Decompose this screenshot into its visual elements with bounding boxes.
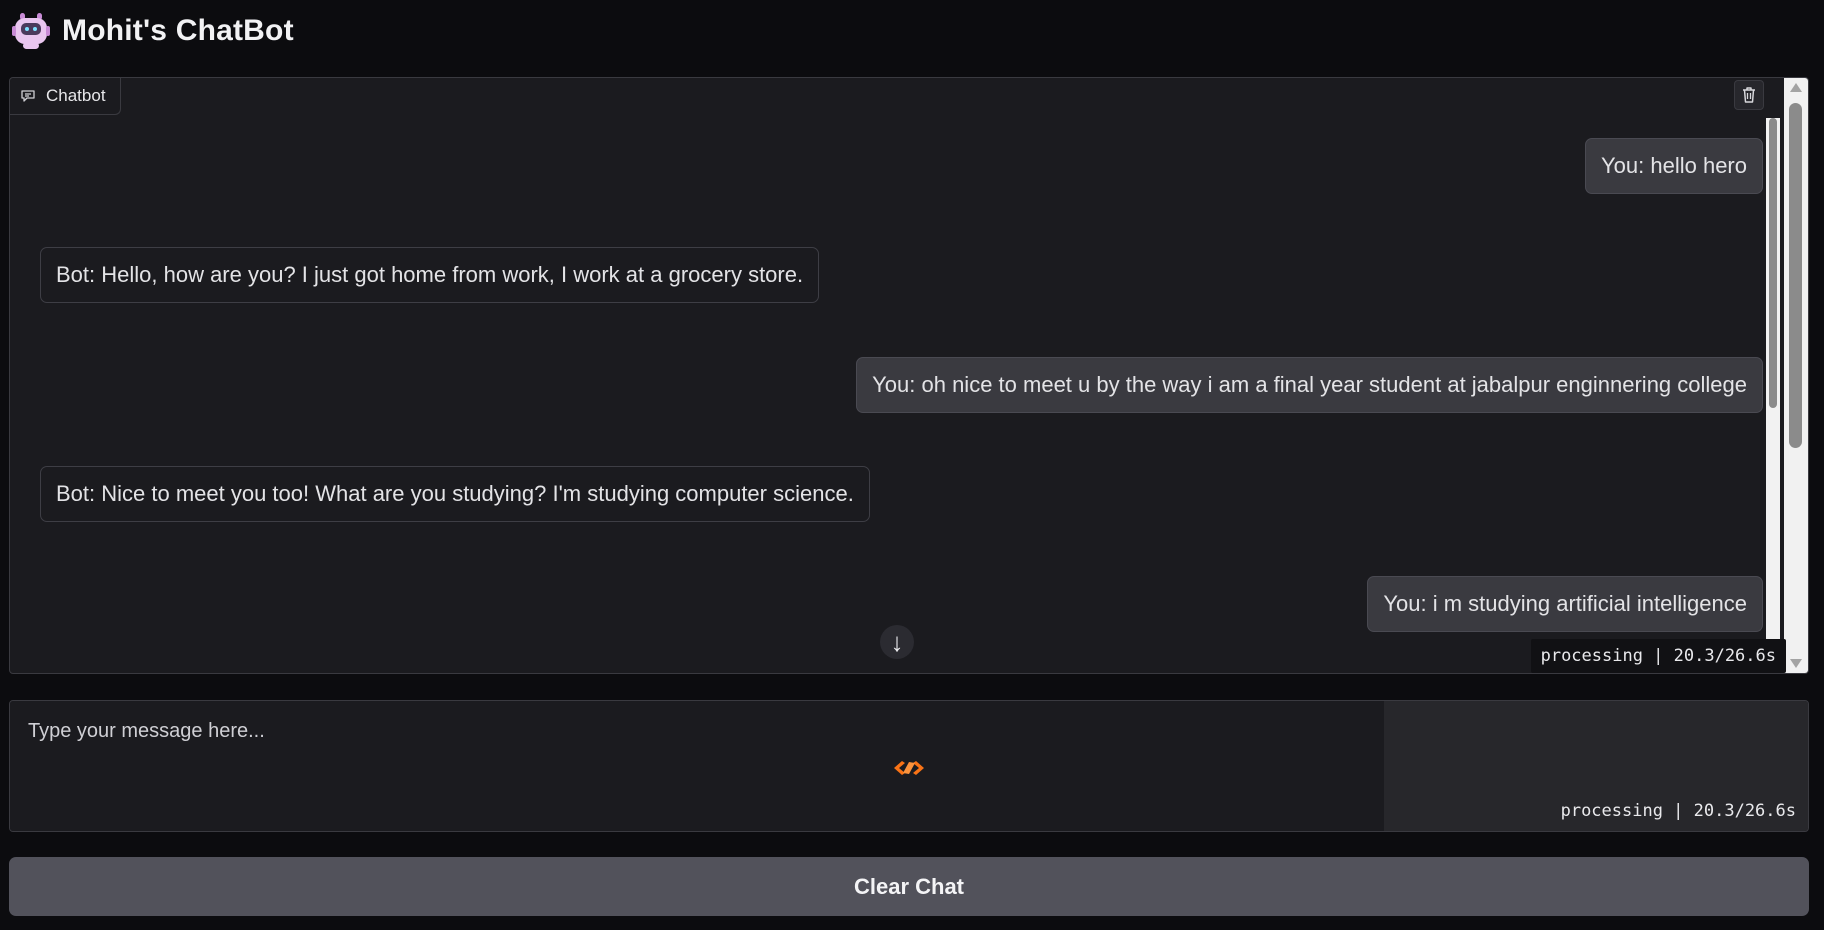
message-input-row: Type your message here... processing | 2… [9, 700, 1809, 832]
scroll-up-arrow-icon[interactable] [1790, 83, 1802, 92]
message-scrollbar[interactable] [1766, 118, 1780, 673]
trash-icon [1743, 87, 1755, 103]
clear-history-button[interactable] [1734, 80, 1764, 110]
message-input-placeholder: Type your message here... [28, 720, 265, 742]
loading-icon [894, 761, 924, 775]
clear-chat-button[interactable]: Clear Chat [9, 857, 1809, 916]
user-message: You: oh nice to meet u by the way i am a… [856, 357, 1763, 413]
header: Mohit's ChatBot [12, 10, 294, 52]
robot-icon [12, 12, 50, 50]
message-scrollbar-thumb[interactable] [1769, 118, 1777, 408]
chatbot-progress-status: processing | 20.3/26.6s [1530, 639, 1786, 673]
chatbot-label-text: Chatbot [46, 86, 106, 105]
message-list: You: hello hero Bot: Hello, how are you?… [10, 78, 1808, 673]
message-input[interactable]: Type your message here... [10, 701, 1384, 831]
chatbot-label: Chatbot [10, 78, 121, 115]
user-message: You: hello hero [1585, 138, 1763, 194]
app: Mohit's ChatBot Chatbot You: hello hero … [0, 0, 1824, 930]
page-title: Mohit's ChatBot [62, 14, 294, 47]
bot-message: Bot: Nice to meet you too! What are you … [40, 466, 870, 522]
user-message: You: i m studying artificial intelligenc… [1367, 576, 1763, 632]
chatbot-panel: Chatbot You: hello hero Bot: Hello, how … [9, 77, 1809, 674]
scroll-to-bottom-button[interactable]: ↓ [880, 625, 914, 659]
scroll-down-arrow-icon[interactable] [1790, 659, 1802, 668]
chat-icon [21, 90, 35, 102]
bot-message: Bot: Hello, how are you? I just got home… [40, 247, 820, 303]
chatbot-scrollbar[interactable] [1784, 78, 1808, 673]
chatbot-scrollbar-thumb[interactable] [1789, 103, 1802, 448]
arrow-down-icon: ↓ [890, 626, 904, 657]
input-progress-status: processing | 20.3/26.6s [1560, 801, 1796, 821]
input-side-pane: processing | 20.3/26.6s [1384, 701, 1808, 831]
